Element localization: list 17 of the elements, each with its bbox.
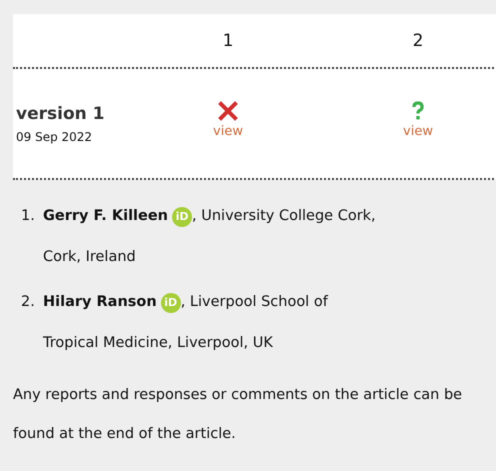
version-date: 09 Sep 2022 bbox=[16, 130, 94, 144]
orcid-icon[interactable]: iD bbox=[160, 292, 181, 312]
author-name: Hilary Ranson bbox=[43, 293, 157, 312]
version-label: version 1 bbox=[16, 104, 106, 124]
column-header: 2 bbox=[412, 30, 424, 50]
view-link[interactable]: view bbox=[403, 124, 433, 138]
author-affiliation: Tropical Medicine, Liverpool, UK bbox=[43, 334, 274, 353]
author-affiliation: , University College Cork, bbox=[192, 207, 376, 226]
column-header: 1 bbox=[222, 30, 234, 50]
author-name: Gerry F. Killeen bbox=[43, 207, 168, 226]
author-number: 2. bbox=[21, 293, 36, 312]
author-number: 1. bbox=[21, 207, 36, 226]
author-affiliation: Cork, Ireland bbox=[43, 248, 137, 267]
view-link[interactable]: view bbox=[213, 124, 243, 138]
orcid-icon[interactable]: iD bbox=[172, 206, 192, 226]
reports-note: Any reports and responses or comments on the article can be found at the end of the article. bbox=[13, 386, 464, 444]
author-affiliation: , Liverpool School of bbox=[180, 293, 328, 312]
